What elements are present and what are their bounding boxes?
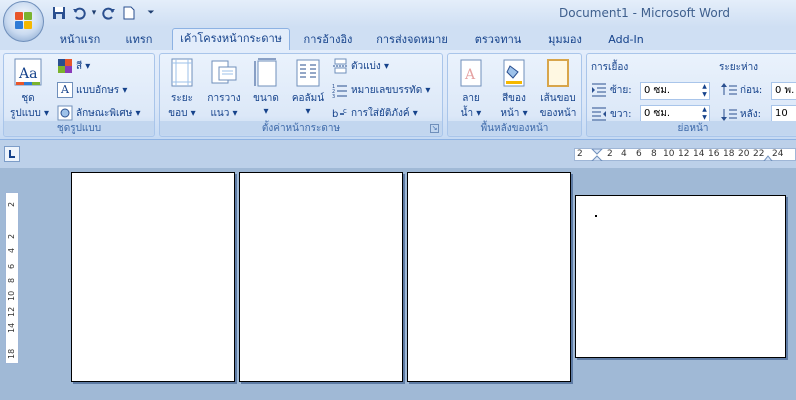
themes-group: Aa ชุด รูปแบบ ▾ สี ▾ A แบบอักษร ▾ ลักษณะ… [3, 53, 155, 137]
hyphenation-button[interactable]: bc การใส่ยัติภังค์ ▾ [332, 104, 418, 122]
page-setup-group-label: ตั้งค่าหน้ากระดาษ [160, 121, 442, 135]
document-page-4[interactable] [575, 195, 786, 358]
document-page-1[interactable] [71, 172, 235, 382]
save-icon[interactable] [50, 4, 68, 22]
ruler-bar: 2 2 4 6 8 10 12 14 16 18 20 22 24 [0, 140, 796, 168]
breaks-icon [332, 58, 348, 74]
columns-button[interactable]: คอลัมน์ ▾ [288, 58, 328, 117]
window-title: Document1 - Microsoft Word [559, 6, 731, 20]
office-button[interactable] [3, 1, 44, 42]
themes-icon: Aa [14, 58, 42, 88]
watermark-icon: A [457, 58, 485, 88]
svg-text:b: b [332, 109, 338, 120]
themes-group-label: ชุดรูปแบบ [4, 121, 154, 135]
spacing-after-icon [721, 106, 737, 122]
tab-references[interactable]: การอ้างอิง [298, 31, 358, 50]
first-line-indent-icon[interactable] [591, 149, 603, 161]
paragraph-group-label: ย่อหน้า [587, 121, 796, 135]
line-numbers-button[interactable]: 123 หมายเลขบรรทัด ▾ [332, 81, 430, 100]
page-color-icon [500, 58, 528, 88]
ribbon: Aa ชุด รูปแบบ ▾ สี ▾ A แบบอักษร ▾ ลักษณะ… [0, 50, 796, 140]
theme-fonts-icon: A [57, 82, 73, 98]
tab-insert[interactable]: แทรก [116, 31, 162, 50]
page-borders-button[interactable]: เส้นขอบ ของหน้า [536, 58, 580, 121]
indent-right-icon [591, 106, 607, 122]
left-tab-icon [9, 150, 15, 158]
tab-selector-button[interactable] [4, 146, 20, 162]
undo-icon[interactable] [70, 4, 88, 22]
tab-home[interactable]: หน้าแรก [52, 31, 108, 50]
spacing-title: ระยะห่าง [719, 61, 759, 73]
ribbon-tabs: หน้าแรก แทรก เค้าโครงหน้ากระดาษ การอ้างอ… [0, 27, 796, 50]
tab-add-in[interactable]: Add-In [602, 31, 650, 50]
indent-left-icon [591, 82, 607, 98]
indent-title: การเยื้อง [591, 61, 629, 73]
horizontal-ruler[interactable]: 2 2 4 6 8 10 12 14 16 18 20 22 24 [574, 148, 796, 161]
tab-view[interactable]: มุมมอง [540, 31, 590, 50]
document-page-2[interactable] [239, 172, 403, 382]
orientation-icon [210, 58, 238, 88]
spacing-before-label: ก่อน: [721, 81, 762, 99]
quick-access-toolbar: ▾ ⏷ [50, 4, 156, 22]
spin-arrows-icon[interactable]: ▲ ▼ [700, 106, 709, 122]
svg-text:c: c [343, 107, 347, 115]
orientation-button[interactable]: การวาง แนว ▾ [204, 58, 244, 121]
page-borders-icon [544, 58, 572, 88]
margins-button[interactable]: ระยะ ขอบ ▾ [164, 58, 200, 121]
svg-text:Aa: Aa [18, 66, 37, 82]
svg-text:A: A [464, 67, 476, 83]
line-numbers-icon: 123 [332, 82, 348, 100]
paragraph-group: การเยื้อง ระยะห่าง ซ้าย: 0 ซม. ▲ ▼ ขวา: 0… [586, 53, 796, 137]
breaks-button[interactable]: ตัวแบ่ง ▾ [332, 57, 389, 75]
theme-effects-icon [57, 105, 73, 121]
page-background-group: A ลาย น้ำ ▾ สีของ หน้า ▾ เส้นขอบ ของหน้า… [447, 53, 582, 137]
margins-icon [168, 58, 196, 88]
customize-qat-icon[interactable]: ⏷ [146, 4, 156, 22]
undo-dropdown-icon[interactable]: ▾ [90, 4, 98, 22]
size-button[interactable]: ขนาด ▾ [248, 58, 284, 117]
redo-icon[interactable] [100, 4, 118, 22]
size-icon [252, 58, 280, 88]
spacing-before-input[interactable]: 0 พ. [771, 82, 796, 100]
page-setup-group: ระยะ ขอบ ▾ การวาง แนว ▾ ขนาด ▾ คอลัมน์ ▾ [159, 53, 443, 137]
text-cursor [595, 215, 597, 217]
indent-left-input[interactable]: 0 ซม. ▲ ▼ [640, 82, 710, 100]
hyphenation-icon: bc [332, 105, 348, 121]
tab-mailings[interactable]: การส่งจดหมาย [372, 31, 452, 50]
page-background-group-label: พื้นหลังของหน้า [448, 121, 581, 135]
page-setup-launcher-icon[interactable]: ↘ [430, 124, 439, 133]
page-color-button[interactable]: สีของ หน้า ▾ [494, 58, 534, 121]
new-doc-icon[interactable] [120, 4, 138, 22]
tab-review[interactable]: ตรวจทาน [470, 31, 526, 50]
spin-arrows-icon[interactable]: ▲ ▼ [700, 83, 709, 99]
theme-colors-button[interactable]: สี ▾ [57, 57, 90, 75]
columns-icon [294, 58, 322, 88]
vertical-ruler[interactable]: 2 2 4 6 8 10 12 14 18 [5, 192, 19, 364]
indent-left-label: ซ้าย: [591, 81, 632, 99]
spacing-before-icon [721, 82, 737, 98]
svg-text:3: 3 [332, 94, 335, 98]
office-logo-icon [15, 12, 33, 30]
tab-page-layout[interactable]: เค้าโครงหน้ากระดาษ [172, 28, 290, 50]
theme-fonts-button[interactable]: A แบบอักษร ▾ [57, 81, 127, 99]
document-page-3[interactable] [407, 172, 571, 382]
watermark-button[interactable]: A ลาย น้ำ ▾ [452, 58, 490, 121]
theme-colors-icon [57, 58, 73, 74]
title-bar: ▾ ⏷ Document1 - Microsoft Word [0, 0, 796, 27]
theme-effects-button[interactable]: ลักษณะพิเศษ ▾ [57, 104, 141, 122]
themes-button[interactable]: Aa ชุด รูปแบบ ▾ [10, 58, 49, 121]
